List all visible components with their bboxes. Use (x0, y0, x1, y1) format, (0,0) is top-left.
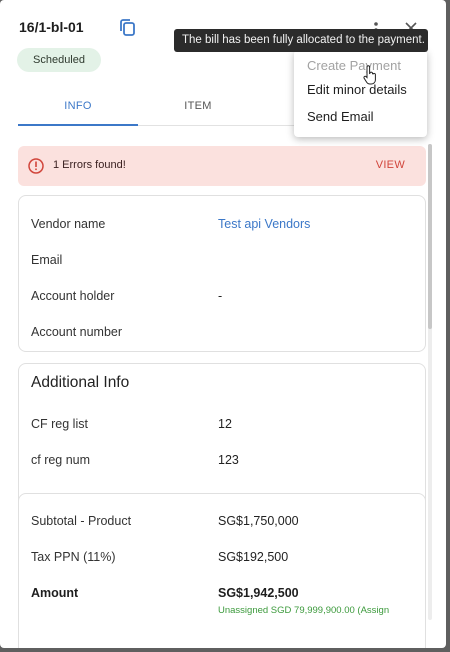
bill-id-title: 16/1-bl-01 (19, 19, 84, 35)
vendor-card: Vendor name Test api Vendors Email Accou… (18, 195, 426, 352)
hand-cursor-icon (362, 65, 378, 85)
subtotal-value: SG$1,750,000 (218, 514, 299, 528)
tax-label: Tax PPN (11%) (31, 550, 116, 564)
vendor-name-label: Vendor name (31, 217, 106, 231)
cf-reg-num-label: cf reg num (31, 453, 91, 467)
tab-info[interactable]: INFO (18, 90, 138, 126)
menu-item-edit-minor-details[interactable]: Edit minor details (307, 82, 407, 97)
status-badge: Scheduled (17, 48, 101, 72)
email-label: Email (31, 253, 63, 267)
amount-value: SG$1,942,500 (218, 586, 299, 600)
error-icon (27, 157, 45, 175)
unassigned-note[interactable]: Unassigned SGD 79,999,900.00 (Assign (218, 605, 389, 616)
scrollbar-thumb[interactable] (428, 144, 432, 329)
additional-info-title: Additional Info (31, 374, 130, 391)
menu-item-send-email[interactable]: Send Email (307, 109, 373, 124)
subtotal-label: Subtotal - Product (31, 514, 132, 528)
totals-card: Subtotal - Product SG$1,750,000 Tax PPN … (18, 493, 426, 648)
cf-reg-list-label: CF reg list (31, 417, 88, 431)
content-scroll-area[interactable]: 1 Errors found! VIEW Vendor name Test ap… (0, 130, 446, 648)
view-errors-button[interactable]: VIEW (376, 159, 405, 171)
amount-label: Amount (31, 586, 79, 600)
error-alert: 1 Errors found! VIEW (18, 146, 426, 186)
cf-reg-list-value: 12 (218, 417, 232, 431)
bill-detail-panel: 16/1-bl-01 Scheduled The bill has been f… (0, 0, 446, 648)
copy-icon[interactable] (117, 17, 137, 39)
alert-message: 1 Errors found! (53, 159, 126, 171)
tab-item[interactable]: ITEM (138, 90, 258, 126)
actions-menu: Create Payment Edit minor details Send E… (294, 50, 427, 137)
vendor-name-link[interactable]: Test api Vendors (218, 217, 310, 231)
menu-item-create-payment[interactable]: Create Payment (307, 58, 401, 73)
account-number-label: Account number (31, 325, 123, 339)
tax-value: SG$192,500 (218, 550, 289, 564)
cf-reg-num-value: 123 (218, 453, 239, 467)
account-holder-label: Account holder (31, 289, 115, 303)
tooltip: The bill has been fully allocated to the… (174, 29, 428, 52)
account-holder-value: - (218, 289, 223, 303)
